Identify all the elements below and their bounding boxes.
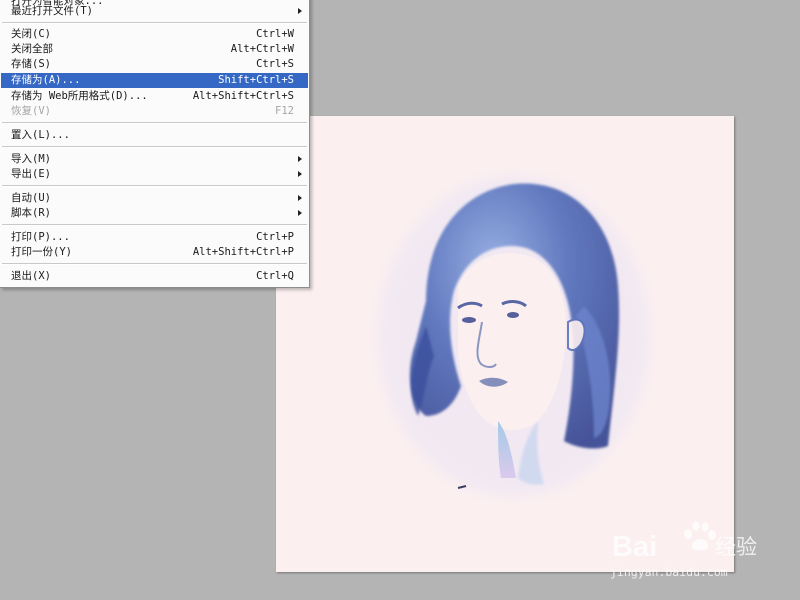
menu-item-label: 关闭(C)	[11, 28, 51, 40]
menu-item-print[interactable]: 打印(P)... Ctrl+P	[1, 230, 308, 245]
menu-item-export[interactable]: 导出(E)	[1, 167, 308, 182]
portrait-artwork	[379, 176, 649, 496]
submenu-arrow-icon	[298, 210, 302, 216]
menu-separator	[2, 185, 307, 187]
menu-separator	[2, 146, 307, 148]
menu-item-automate[interactable]: 自动(U)	[1, 191, 308, 206]
menu-item-shortcut: Ctrl+P	[256, 231, 294, 243]
menu-item-label: 自动(U)	[11, 192, 51, 204]
submenu-arrow-icon	[298, 195, 302, 201]
menu-item-label: 恢复(V)	[11, 105, 51, 117]
menu-item-label: 关闭全部	[11, 43, 53, 55]
menu-item-label: 存储为(A)...	[11, 74, 81, 86]
submenu-arrow-icon	[298, 156, 302, 162]
menu-item-shortcut: Shift+Ctrl+S	[218, 74, 294, 86]
submenu-arrow-icon	[298, 171, 302, 177]
menu-item-label: 最近打开文件(T)	[11, 5, 93, 17]
menu-item-print-one-copy[interactable]: 打印一份(Y) Alt+Shift+Ctrl+P	[1, 245, 308, 260]
menu-item-save[interactable]: 存储(S) Ctrl+S	[1, 57, 308, 72]
menu-item-scripts[interactable]: 脚本(R)	[1, 206, 308, 221]
menu-separator	[2, 224, 307, 226]
menu-item-shortcut: Alt+Ctrl+W	[230, 43, 294, 55]
document-canvas[interactable]	[276, 116, 734, 572]
menu-item-label: 导入(M)	[11, 153, 51, 165]
menu-item-label: 退出(X)	[11, 270, 51, 282]
menu-item-label: 存储为 Web所用格式(D)...	[11, 90, 148, 102]
menu-separator	[2, 122, 307, 124]
menu-separator	[2, 22, 307, 24]
menu-separator	[2, 263, 307, 265]
menu-item-label: 脚本(R)	[11, 207, 51, 219]
menu-item-close-all[interactable]: 关闭全部 Alt+Ctrl+W	[1, 42, 308, 57]
menu-item-close[interactable]: 关闭(C) Ctrl+W	[1, 27, 308, 42]
menu-item-save-as[interactable]: 存储为(A)... Shift+Ctrl+S	[1, 73, 308, 88]
menu-item-label: 导出(E)	[11, 168, 51, 180]
menu-item-shortcut: Ctrl+S	[256, 58, 294, 70]
menu-item-label: 打印(P)...	[11, 231, 70, 243]
menu-item-label: 存储(S)	[11, 58, 51, 70]
submenu-arrow-icon	[298, 8, 302, 14]
menu-item-import[interactable]: 导入(M)	[1, 152, 308, 167]
menu-item-shortcut: Alt+Shift+Ctrl+S	[192, 90, 294, 102]
menu-item-shortcut: F12	[275, 105, 294, 117]
menu-item-place[interactable]: 置入(L)...	[1, 128, 308, 143]
menu-item-shortcut: Alt+Shift+Ctrl+P	[192, 246, 294, 258]
menu-item-save-for-web[interactable]: 存储为 Web所用格式(D)... Alt+Shift+Ctrl+S	[1, 89, 308, 104]
menu-item-shortcut: Ctrl+W	[256, 28, 294, 40]
menu-item-exit[interactable]: 退出(X) Ctrl+Q	[1, 269, 308, 284]
menu-item-label: 置入(L)...	[11, 129, 70, 141]
menu-item-revert[interactable]: 恢复(V) F12	[1, 104, 308, 119]
menu-item-recent-files[interactable]: 最近打开文件(T)	[1, 4, 308, 19]
menu-item-shortcut: Ctrl+Q	[256, 270, 294, 282]
file-menu: 打开为智能对象... 最近打开文件(T) 关闭(C) Ctrl+W 关闭全部 A…	[0, 0, 310, 288]
menu-item-label: 打印一份(Y)	[11, 246, 72, 258]
